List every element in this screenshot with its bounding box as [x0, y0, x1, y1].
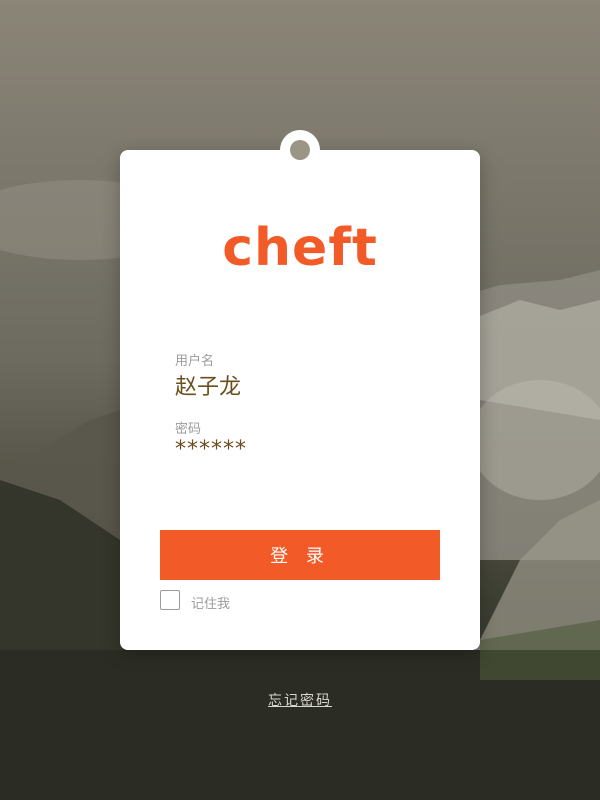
username-label: 用户名: [175, 354, 215, 369]
remember-me-label: 记住我: [191, 597, 231, 612]
brand-logo: cheft: [222, 218, 378, 278]
password-label: 密码: [175, 422, 202, 437]
username-input[interactable]: 赵子龙: [175, 369, 241, 401]
forgot-password-link[interactable]: 忘记密码: [0, 690, 600, 710]
hanger-hole-icon: [290, 140, 310, 160]
remember-me-checkbox[interactable]: [160, 590, 180, 610]
password-input[interactable]: ******: [175, 437, 247, 462]
login-button[interactable]: 登 录: [160, 530, 440, 580]
